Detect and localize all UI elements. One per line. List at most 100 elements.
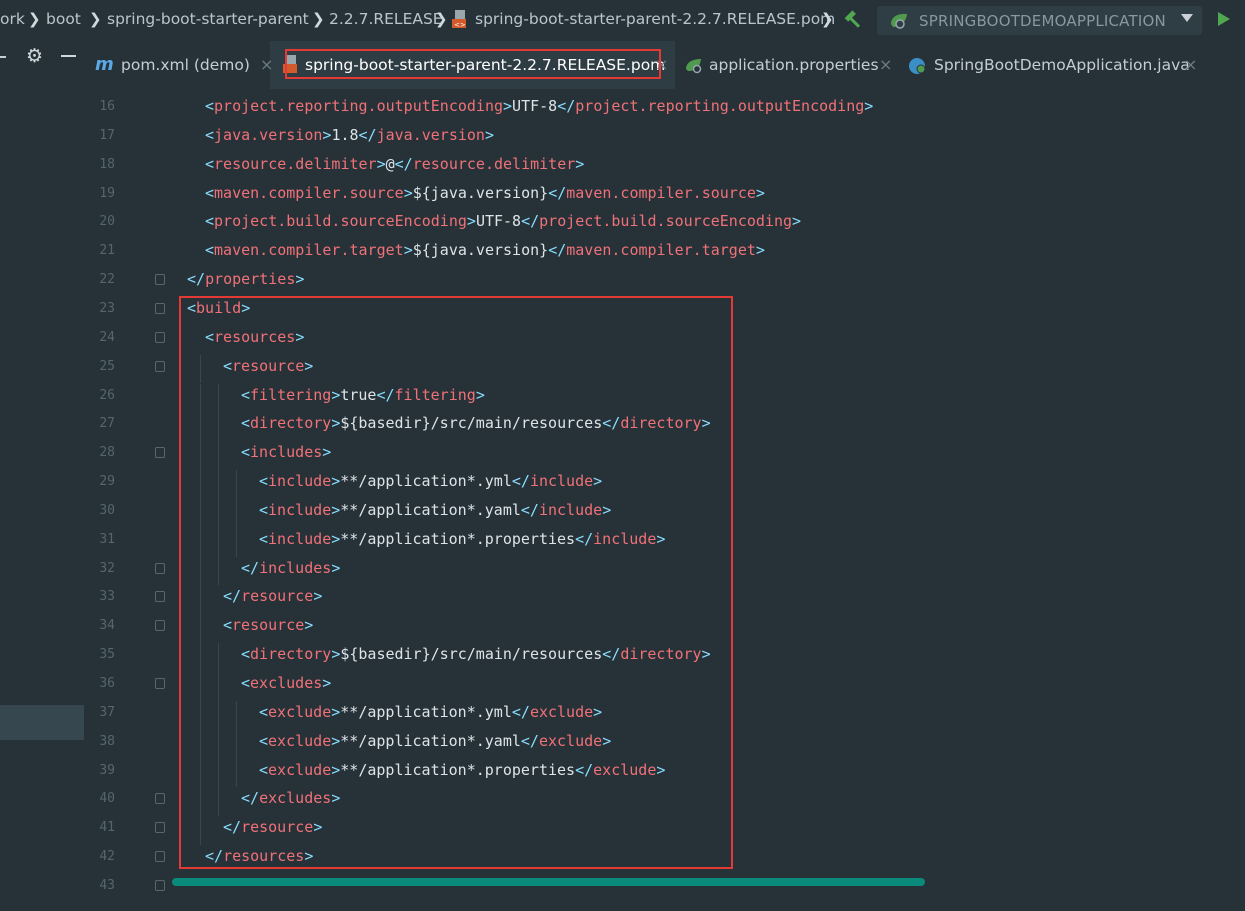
spring-class-icon (909, 58, 926, 74)
code-line[interactable]: <project.build.sourceEncoding>UTF-8</pro… (205, 212, 801, 230)
xml-tag-name: properties (205, 270, 296, 289)
hide-panel-icon[interactable] (61, 55, 76, 57)
line-number: 42 (99, 849, 115, 865)
chevron-right-icon: ❯ (28, 10, 41, 28)
fold-marker-icon[interactable] (155, 678, 165, 689)
xml-text: UTF-8 (475, 212, 522, 231)
line-number: 41 (99, 820, 115, 836)
breadcrumb-item-parent[interactable]: spring-boot-starter-parent (107, 10, 309, 28)
line-number: 37 (99, 704, 115, 720)
code-line[interactable]: <maven.compiler.source>${java.version}</… (205, 184, 765, 202)
xml-tag-name: resource.delimiter (214, 154, 377, 173)
breadcrumb-item-pom[interactable]: spring-boot-starter-parent-2.2.7.RELEASE… (475, 10, 835, 28)
line-number: 36 (99, 676, 115, 691)
xml-bracket: </ (548, 183, 567, 202)
tab-pom-xml-demo[interactable]: m pom.xml (demo) × (95, 41, 273, 89)
fold-marker-icon[interactable] (155, 851, 165, 863)
xml-bracket: < (205, 125, 215, 144)
project-tree-selected-row[interactable] (0, 705, 84, 740)
code-line[interactable]: </properties> (187, 270, 304, 288)
xml-bracket: > (466, 212, 476, 231)
spring-boot-icon (891, 13, 907, 29)
xml-bracket: </ (557, 97, 576, 115)
xml-text: UTF-8 (512, 97, 558, 115)
xml-tag-name: java.version (214, 125, 323, 144)
horizontal-scrollbar[interactable] (172, 878, 925, 886)
fold-marker-icon[interactable] (155, 793, 165, 805)
xml-bracket: < (205, 212, 215, 231)
xml-tag-name: maven.compiler.source (214, 183, 404, 202)
xml-bracket: > (295, 270, 305, 289)
xml-bracket: > (484, 125, 494, 144)
xml-bracket: < (205, 154, 215, 173)
gear-icon[interactable]: ⚙ (26, 46, 46, 66)
code-line[interactable]: <project.reporting.outputEncoding>UTF-8<… (205, 97, 873, 115)
xml-bracket: > (575, 154, 585, 173)
line-number: 26 (99, 387, 115, 403)
code-line[interactable]: <maven.compiler.target>${java.version}</… (205, 241, 765, 259)
xml-bracket: </ (358, 125, 377, 144)
line-number: 30 (99, 502, 115, 518)
breadcrumb-item-boot[interactable]: boot (46, 10, 81, 28)
close-icon[interactable]: × (879, 55, 892, 74)
xml-bracket: < (205, 97, 215, 115)
line-number: 39 (99, 762, 115, 778)
breadcrumb-item-ork[interactable]: ork (0, 10, 25, 28)
run-icon[interactable] (1218, 12, 1230, 26)
line-number: 31 (99, 531, 115, 547)
code-line[interactable]: <resource.delimiter>@</resource.delimite… (205, 155, 584, 173)
xml-bracket: > (403, 241, 413, 260)
xml-text: 1.8 (331, 125, 359, 144)
xml-bracket: > (792, 212, 802, 231)
line-number: 16 (99, 99, 115, 114)
xml-bracket: < (205, 241, 215, 260)
xml-bracket: </ (521, 212, 540, 231)
fold-marker-icon[interactable] (155, 360, 165, 372)
pom-file-icon: <> (452, 10, 466, 29)
collapse-icon[interactable] (0, 56, 6, 58)
tab-springbootdemoapplication-java[interactable]: SpringBootDemoApplication.java × (908, 41, 1238, 89)
line-number: 33 (99, 589, 115, 605)
fold-marker-icon[interactable] (155, 620, 165, 632)
line-number: 40 (99, 791, 115, 807)
xml-text: ${java.version} (412, 241, 549, 260)
xml-bracket: < (205, 183, 215, 202)
fold-marker-icon[interactable] (155, 879, 165, 891)
xml-bracket: > (376, 154, 386, 173)
fold-marker-icon[interactable] (155, 562, 165, 574)
active-tab-highlight-box (285, 49, 661, 79)
breadcrumb-item-version[interactable]: 2.2.7.RELEASE (329, 10, 443, 28)
close-icon[interactable]: × (260, 55, 273, 74)
tab-application-properties[interactable]: application.properties × (685, 41, 895, 89)
fold-marker-icon[interactable] (155, 591, 165, 603)
xml-tag-name: project.reporting.outputEncoding (214, 97, 504, 115)
fold-marker-icon[interactable] (155, 331, 165, 343)
xml-bracket: > (864, 97, 874, 115)
xml-tag-name: project.build.sourceEncoding (214, 212, 467, 231)
close-icon[interactable]: × (1184, 55, 1197, 74)
xml-tag-name: project.reporting.outputEncoding (575, 97, 865, 115)
line-number: 38 (99, 733, 115, 749)
line-number: 27 (99, 416, 115, 432)
xml-tag-name: maven.compiler.target (566, 241, 756, 260)
run-configuration-label: SPRINGBOOTDEMOAPPLICATION (919, 12, 1166, 30)
tab-label: SpringBootDemoApplication.java (934, 56, 1190, 74)
xml-bracket: </ (187, 270, 206, 289)
hammer-icon[interactable] (843, 10, 863, 30)
xml-bracket: > (755, 241, 765, 260)
tab-label: application.properties (709, 56, 879, 74)
fold-marker-icon[interactable] (155, 274, 165, 286)
code-line[interactable]: <java.version>1.8</java.version> (205, 126, 494, 144)
fold-marker-icon[interactable] (155, 302, 165, 314)
xml-bracket: </ (548, 241, 567, 260)
fold-marker-icon[interactable] (155, 822, 165, 834)
fold-marker-icon[interactable] (155, 447, 165, 459)
line-number: 32 (99, 560, 115, 576)
line-number: 21 (99, 243, 115, 259)
run-configuration-dropdown[interactable]: SPRINGBOOTDEMOAPPLICATION (877, 6, 1202, 35)
line-number: 23 (99, 300, 115, 316)
chevron-right-icon: ❯ (821, 10, 834, 28)
line-number: 28 (99, 445, 115, 461)
xml-tag-name: maven.compiler.source (566, 183, 756, 202)
xml-tag-name: java.version (376, 125, 485, 144)
